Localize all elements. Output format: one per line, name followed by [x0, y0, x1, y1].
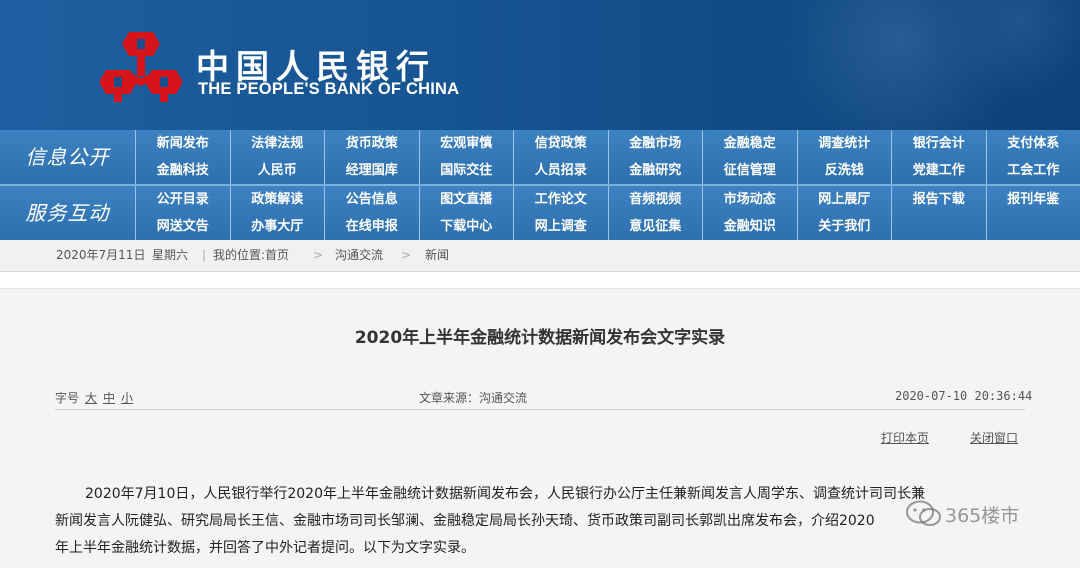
nav-item[interactable]: 网送文告: [135, 213, 230, 240]
separator: |: [202, 240, 206, 271]
nav-item[interactable]: 政策解读: [230, 186, 325, 213]
nav-item[interactable]: 工会工作: [986, 157, 1080, 184]
article-body: 2020年7月10日，人民银行举行2020年上半年金融统计数据新闻发布会，人民银…: [55, 481, 1030, 562]
nav-item[interactable]: 金融市场: [608, 130, 703, 157]
breadcrumb-home-link[interactable]: 我的位置:首页: [213, 240, 289, 271]
site-header: 中国人民银行 THE PEOPLE'S BANK OF CHINA: [0, 0, 1080, 130]
wechat-icon: [905, 499, 943, 529]
article-container: 2020年上半年金融统计数据新闻发布会文字实录 字号大中小 文章来源：沟通交流 …: [0, 288, 1080, 568]
nav-section-title: 服务互动: [0, 186, 135, 240]
nav-item[interactable]: 法律法规: [230, 130, 325, 157]
font-size-large-button[interactable]: 大: [85, 391, 97, 405]
chevron-right-icon: >: [313, 240, 323, 271]
nav-item[interactable]: 征信管理: [702, 157, 797, 184]
font-size-medium-button[interactable]: 中: [103, 391, 115, 405]
nav-item[interactable]: 工作论文: [513, 186, 608, 213]
article-title: 2020年上半年金融统计数据新闻发布会文字实录: [0, 323, 1080, 348]
article-datetime: 2020-07-10 20:36:44: [895, 389, 1032, 403]
nav-item[interactable]: 网上调查: [513, 213, 608, 240]
pboc-emblem-icon[interactable]: [100, 30, 182, 104]
nav-item[interactable]: 人民币: [230, 157, 325, 184]
font-size-label: 字号: [55, 391, 79, 405]
font-size-control: 字号大中小: [55, 389, 133, 406]
nav-item[interactable]: 反洗钱: [797, 157, 892, 184]
nav-item[interactable]: 图文直播: [419, 186, 514, 213]
watermark-text: 365楼市: [945, 501, 1019, 528]
close-window-link[interactable]: 关闭窗口: [970, 429, 1018, 446]
nav-item: [986, 213, 1080, 240]
nav-item[interactable]: 金融知识: [702, 213, 797, 240]
print-page-link[interactable]: 打印本页: [881, 429, 929, 446]
font-size-small-button[interactable]: 小: [121, 391, 133, 405]
nav-item[interactable]: 支付体系: [986, 130, 1080, 157]
breadcrumb-item-communication[interactable]: 沟通交流: [335, 240, 383, 271]
body-line: 2020年7月10日，人民银行举行2020年上半年金融统计数据新闻发布会，人民银…: [55, 481, 1030, 508]
nav-item[interactable]: 金融研究: [608, 157, 703, 184]
nav-item[interactable]: 银行会计: [891, 130, 986, 157]
nav-item[interactable]: 下载中心: [419, 213, 514, 240]
nav-items-grid: 新闻发布法律法规货币政策宏观审慎信贷政策金融市场金融稳定调查统计银行会计支付体系…: [135, 130, 1080, 184]
nav-item[interactable]: 公告信息: [324, 186, 419, 213]
chevron-right-icon: >: [401, 240, 411, 271]
body-line: 新闻发言人阮健弘、研究局局长王信、金融市场司司长邹澜、金融稳定局局长孙天琦、货币…: [55, 508, 1030, 535]
nav-item[interactable]: 宏观审慎: [419, 130, 514, 157]
body-line: 年上半年金融统计数据，并回答了中外记者提问。以下为文字实录。: [55, 535, 1030, 562]
main-navigation: 信息公开 新闻发布法律法规货币政策宏观审慎信贷政策金融市场金融稳定调查统计银行会…: [0, 130, 1080, 240]
nav-item[interactable]: 意见征集: [608, 213, 703, 240]
nav-section-service-interaction: 服务互动 公开目录政策解读公告信息图文直播工作论文音频视频市场动态网上展厅报告下…: [0, 186, 1080, 240]
nav-item[interactable]: 新闻发布: [135, 130, 230, 157]
nav-item[interactable]: 报告下载: [891, 186, 986, 213]
current-weekday: 星期六: [152, 240, 188, 271]
nav-item[interactable]: 在线申报: [324, 213, 419, 240]
breadcrumb: 2020年7月11日 星期六 | 我的位置:首页 > 沟通交流 > 新闻: [0, 240, 1080, 272]
nav-item[interactable]: 国际交往: [419, 157, 514, 184]
nav-item[interactable]: 货币政策: [324, 130, 419, 157]
bank-name-english: THE PEOPLE'S BANK OF CHINA: [198, 80, 459, 99]
nav-item[interactable]: 网上展厅: [797, 186, 892, 213]
wechat-watermark: 365楼市: [905, 497, 1055, 531]
article-source: 文章来源：沟通交流: [419, 389, 527, 406]
nav-item[interactable]: 金融稳定: [702, 130, 797, 157]
nav-item[interactable]: 金融科技: [135, 157, 230, 184]
nav-item[interactable]: 市场动态: [702, 186, 797, 213]
nav-section-info-disclosure: 信息公开 新闻发布法律法规货币政策宏观审慎信贷政策金融市场金融稳定调查统计银行会…: [0, 130, 1080, 184]
nav-section-title: 信息公开: [0, 130, 135, 184]
nav-item[interactable]: 音频视频: [608, 186, 703, 213]
nav-item: [891, 213, 986, 240]
nav-item[interactable]: 调查统计: [797, 130, 892, 157]
nav-item[interactable]: 关于我们: [797, 213, 892, 240]
article-meta-bar: 字号大中小 文章来源：沟通交流 2020-07-10 20:36:44: [55, 383, 1025, 410]
nav-item[interactable]: 报刊年鉴: [986, 186, 1080, 213]
breadcrumb-item-news[interactable]: 新闻: [425, 240, 449, 271]
nav-item[interactable]: 经理国库: [324, 157, 419, 184]
nav-item[interactable]: 公开目录: [135, 186, 230, 213]
nav-item[interactable]: 办事大厅: [230, 213, 325, 240]
nav-items-grid: 公开目录政策解读公告信息图文直播工作论文音频视频市场动态网上展厅报告下载报刊年鉴…: [135, 186, 1080, 240]
nav-item[interactable]: 信贷政策: [513, 130, 608, 157]
nav-item[interactable]: 人员招录: [513, 157, 608, 184]
current-date: 2020年7月11日: [56, 240, 145, 271]
nav-item[interactable]: 党建工作: [891, 157, 986, 184]
